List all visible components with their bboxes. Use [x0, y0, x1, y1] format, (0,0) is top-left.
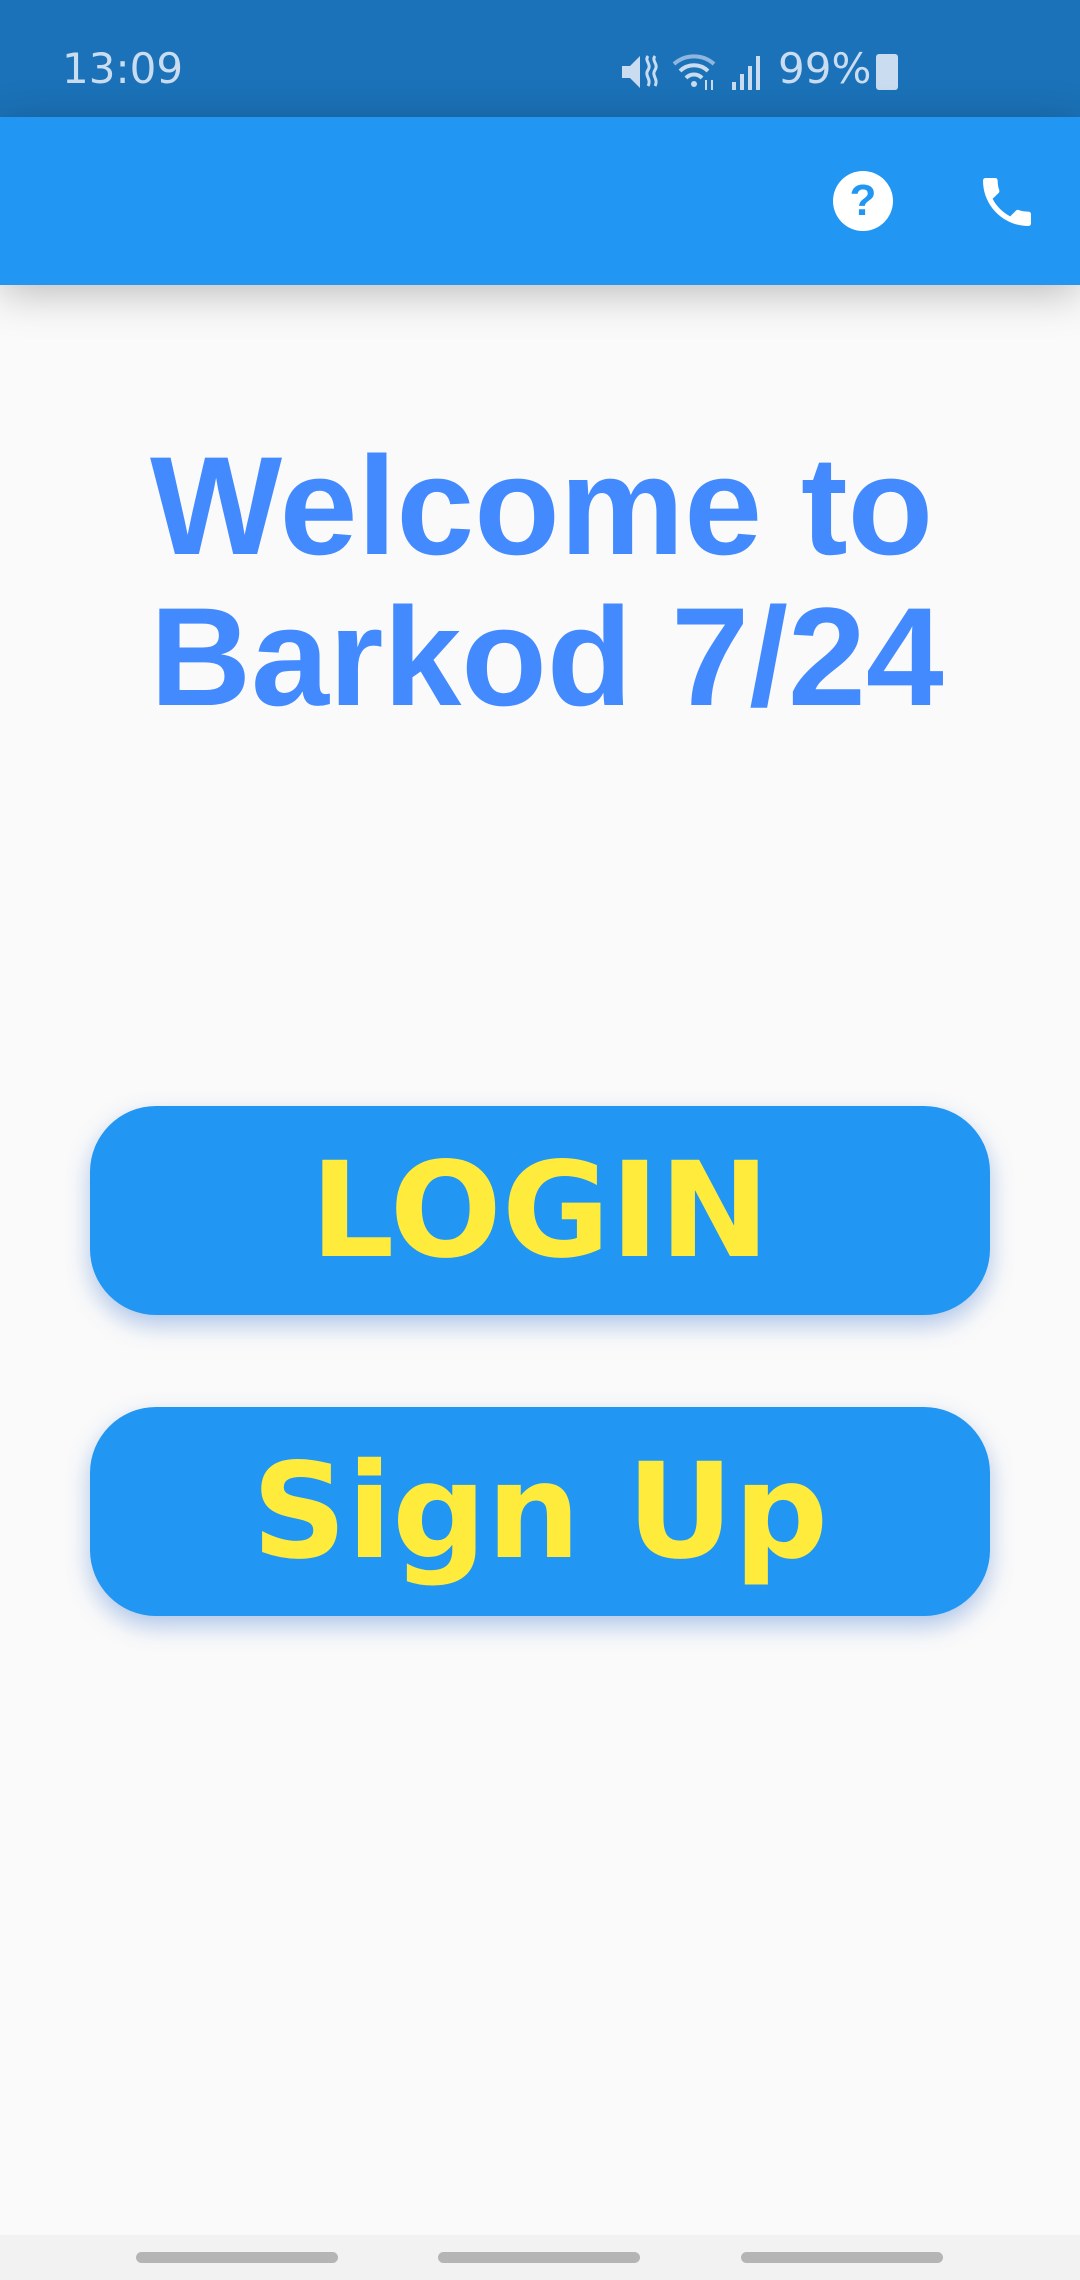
app-bar — [0, 117, 1080, 285]
help-icon[interactable]: ? — [833, 171, 893, 231]
nav-back-button[interactable] — [741, 2252, 943, 2263]
login-button[interactable]: LOGIN — [90, 1106, 990, 1315]
battery-percent: 99% — [778, 44, 872, 93]
signal-icon — [732, 56, 760, 90]
nav-home-button[interactable] — [438, 2252, 640, 2263]
battery-charging-icon — [876, 54, 898, 90]
wifi-icon — [672, 54, 716, 90]
mute-vibrate-icon — [622, 55, 658, 88]
signup-button[interactable]: Sign Up — [90, 1407, 990, 1616]
status-time: 13:09 — [62, 44, 184, 93]
welcome-title: Welcome to Barkod 7/24 — [150, 430, 944, 732]
title-line-2: Barkod 7/24 — [150, 578, 944, 735]
status-bar: 13:09 99% — [0, 0, 1080, 117]
title-line-1: Welcome to — [150, 427, 934, 584]
system-nav-bar — [0, 2235, 1080, 2280]
phone-icon[interactable] — [975, 170, 1039, 234]
nav-recents-button[interactable] — [136, 2252, 338, 2263]
